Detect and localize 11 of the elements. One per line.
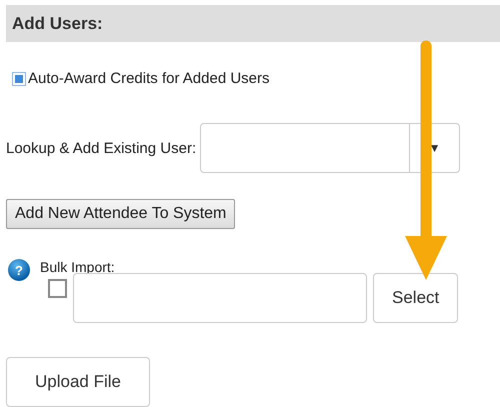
checkbox[interactable]	[48, 279, 67, 298]
user-lookup-dropdown[interactable]: ▼	[200, 123, 460, 173]
file-name-field[interactable]	[73, 273, 367, 323]
field-label: Bulk Import:	[40, 259, 115, 275]
field-label: Lookup & Add Existing User:	[6, 140, 196, 156]
upload-file-button[interactable]: Upload File	[6, 357, 150, 407]
section-title: Add Users:	[6, 5, 500, 42]
checkbox-label: Auto-Award Credits for Added Users	[28, 70, 270, 87]
select-button[interactable]: Select	[373, 273, 458, 323]
checkbox[interactable]	[12, 72, 26, 86]
add-attendee-button[interactable]: Add New Attendee To System	[6, 199, 236, 229]
